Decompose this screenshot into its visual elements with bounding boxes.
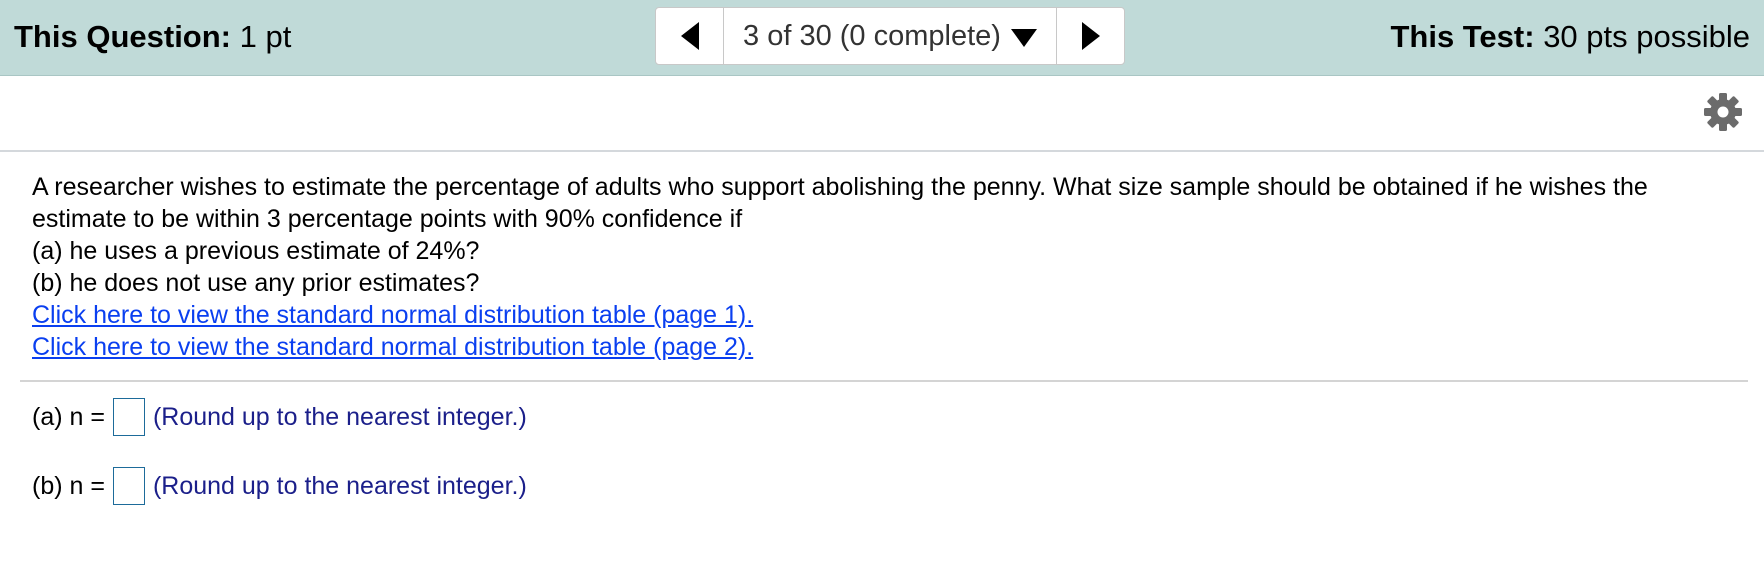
question-points-label: This Question: bbox=[14, 19, 231, 54]
triangle-right-icon bbox=[1081, 22, 1100, 50]
question-select-dropdown[interactable]: 3 of 30 (0 complete) bbox=[724, 8, 1056, 64]
answer-a-hint: (Round up to the nearest integer.) bbox=[152, 403, 527, 431]
gear-icon[interactable] bbox=[1702, 91, 1744, 133]
answer-row-a: (a) n = (Round up to the nearest integer… bbox=[32, 398, 527, 436]
answer-b-input[interactable] bbox=[112, 467, 145, 505]
question-position-text: 3 of 30 (0 complete) bbox=[743, 19, 1001, 52]
question-navigator: 3 of 30 (0 complete) bbox=[655, 7, 1125, 65]
answer-a-label: (a) n = bbox=[32, 403, 105, 431]
previous-question-button[interactable] bbox=[656, 8, 724, 64]
test-points-value: 30 pts possible bbox=[1543, 19, 1750, 54]
question-header-bar: This Question: 1 pt 3 of 30 (0 complete)… bbox=[0, 0, 1764, 76]
normal-table-page-2-link[interactable]: Click here to view the standard normal d… bbox=[32, 331, 753, 363]
answer-b-label: (b) n = bbox=[32, 472, 105, 500]
toolbar-row bbox=[0, 76, 1764, 152]
question-text: A researcher wishes to estimate the perc… bbox=[32, 173, 1648, 233]
answer-row-b: (b) n = (Round up to the nearest integer… bbox=[32, 467, 527, 505]
question-points: This Question: 1 pt bbox=[14, 18, 291, 56]
next-question-button[interactable] bbox=[1056, 8, 1124, 64]
question-part-b: (b) he does not use any prior estimates? bbox=[32, 269, 480, 297]
answer-a-input[interactable] bbox=[112, 398, 145, 436]
question-body: A researcher wishes to estimate the perc… bbox=[32, 171, 1732, 363]
normal-table-page-1-link[interactable]: Click here to view the standard normal d… bbox=[32, 299, 753, 331]
question-part-a: (a) he uses a previous estimate of 24%? bbox=[32, 237, 480, 265]
triangle-left-icon bbox=[680, 22, 699, 50]
test-points: This Test: 30 pts possible bbox=[1390, 18, 1750, 56]
test-points-label: This Test: bbox=[1390, 19, 1535, 54]
answer-b-hint: (Round up to the nearest integer.) bbox=[152, 472, 527, 500]
question-points-value: 1 pt bbox=[239, 19, 292, 54]
section-divider bbox=[20, 380, 1748, 382]
triangle-down-icon bbox=[1010, 28, 1037, 47]
